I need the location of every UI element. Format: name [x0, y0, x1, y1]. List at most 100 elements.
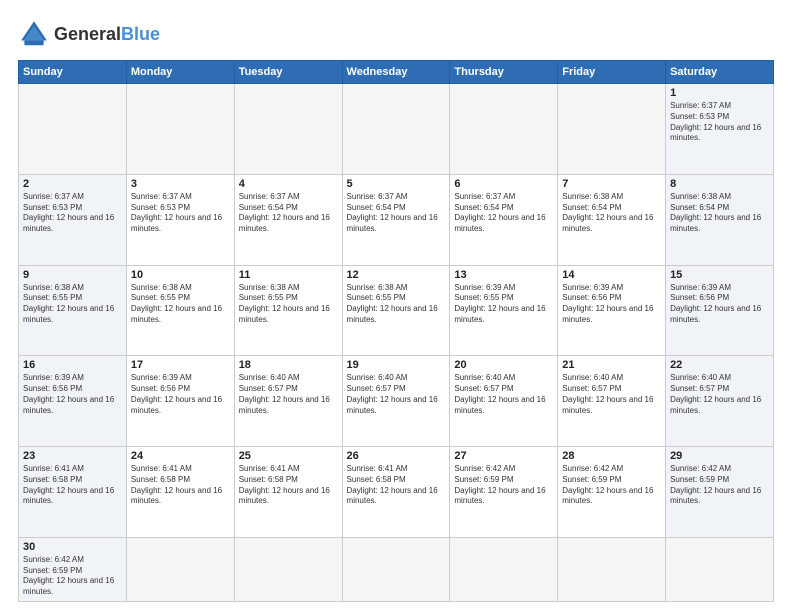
calendar-cell: [126, 84, 234, 175]
day-number: 10: [131, 269, 230, 281]
page: GeneralBlue Sunday Monday Tuesday Wednes…: [0, 0, 792, 612]
calendar-cell: [558, 84, 666, 175]
day-info: Sunrise: 6:42 AM Sunset: 6:59 PM Dayligh…: [562, 464, 661, 507]
day-info: Sunrise: 6:41 AM Sunset: 6:58 PM Dayligh…: [239, 464, 338, 507]
calendar-cell: 21Sunrise: 6:40 AM Sunset: 6:57 PM Dayli…: [558, 356, 666, 447]
logo-icon: [18, 18, 50, 50]
calendar-week-row: 30Sunrise: 6:42 AM Sunset: 6:59 PM Dayli…: [19, 537, 774, 601]
day-number: 23: [23, 450, 122, 462]
calendar-cell: [558, 537, 666, 601]
day-number: 19: [347, 359, 446, 371]
day-number: 9: [23, 269, 122, 281]
calendar-cell: 13 Sunrise: 6:39 AM Sunset: 6:55 PM Dayli…: [450, 265, 558, 356]
calendar-cell: 1Sunrise: 6:37 AM Sunset: 6:53 PM Daylig…: [666, 84, 774, 175]
day-info: Sunrise: 6:37 AM Sunset: 6:53 PM Dayligh…: [23, 192, 122, 235]
calendar-cell: 7Sunrise: 6:38 AM Sunset: 6:54 PM Daylig…: [558, 174, 666, 265]
calendar-cell: 8 Sunrise: 6:38 AM Sunset: 6:54 PM Daylig…: [666, 174, 774, 265]
day-info: Sunrise: 6:39 AM Sunset: 6:56 PM Dayligh…: [670, 283, 769, 326]
logo: GeneralBlue: [18, 18, 160, 50]
day-info: Sunrise: 6:39 AM Sunset: 6:55 PM Dayligh…: [454, 283, 553, 326]
day-info: Sunrise: 6:38 AM Sunset: 6:55 PM Dayligh…: [239, 283, 338, 326]
day-info: Sunrise: 6:40 AM Sunset: 6:57 PM Dayligh…: [670, 373, 769, 416]
day-number: 24: [131, 450, 230, 462]
day-info: Sunrise: 6:37 AM Sunset: 6:53 PM Dayligh…: [131, 192, 230, 235]
day-info: Sunrise: 6:37 AM Sunset: 6:54 PM Dayligh…: [239, 192, 338, 235]
day-number: 5: [347, 178, 446, 190]
calendar-cell: [666, 537, 774, 601]
day-info: Sunrise: 6:41 AM Sunset: 6:58 PM Dayligh…: [23, 464, 122, 507]
day-number: 17: [131, 359, 230, 371]
logo-text: GeneralBlue: [54, 24, 160, 45]
calendar-cell: 9 Sunrise: 6:38 AM Sunset: 6:55 PM Daylig…: [19, 265, 127, 356]
calendar-week-row: 1Sunrise: 6:37 AM Sunset: 6:53 PM Daylig…: [19, 84, 774, 175]
col-sunday: Sunday: [19, 61, 127, 84]
calendar-table: Sunday Monday Tuesday Wednesday Thursday…: [18, 60, 774, 602]
calendar-cell: 12 Sunrise: 6:38 AM Sunset: 6:55 PM Dayli…: [342, 265, 450, 356]
day-number: 12: [347, 269, 446, 281]
calendar-cell: 23 Sunrise: 6:41 AM Sunset: 6:58 PM Dayli…: [19, 447, 127, 538]
calendar-cell: 19Sunrise: 6:40 AM Sunset: 6:57 PM Dayli…: [342, 356, 450, 447]
day-number: 13: [454, 269, 553, 281]
day-info: Sunrise: 6:42 AM Sunset: 6:59 PM Dayligh…: [454, 464, 553, 507]
calendar-cell: 14 Sunrise: 6:39 AM Sunset: 6:56 PM Dayli…: [558, 265, 666, 356]
day-number: 20: [454, 359, 553, 371]
calendar-cell: [234, 537, 342, 601]
day-number: 4: [239, 178, 338, 190]
day-info: Sunrise: 6:40 AM Sunset: 6:57 PM Dayligh…: [239, 373, 338, 416]
calendar-cell: 15 Sunrise: 6:39 AM Sunset: 6:56 PM Dayli…: [666, 265, 774, 356]
calendar-cell: [450, 537, 558, 601]
calendar-cell: 24 Sunrise: 6:41 AM Sunset: 6:58 PM Dayli…: [126, 447, 234, 538]
calendar-cell: 28Sunrise: 6:42 AM Sunset: 6:59 PM Dayli…: [558, 447, 666, 538]
day-number: 26: [347, 450, 446, 462]
day-info: Sunrise: 6:38 AM Sunset: 6:55 PM Dayligh…: [23, 283, 122, 326]
day-info: Sunrise: 6:39 AM Sunset: 6:56 PM Dayligh…: [23, 373, 122, 416]
day-number: 6: [454, 178, 553, 190]
calendar-cell: 11Sunrise: 6:38 AM Sunset: 6:55 PM Dayli…: [234, 265, 342, 356]
day-info: Sunrise: 6:40 AM Sunset: 6:57 PM Dayligh…: [454, 373, 553, 416]
day-number: 8: [670, 178, 769, 190]
calendar-cell: 29 Sunrise: 6:42 AM Sunset: 6:59 PM Dayli…: [666, 447, 774, 538]
calendar-cell: 27Sunrise: 6:42 AM Sunset: 6:59 PM Dayli…: [450, 447, 558, 538]
calendar-cell: [126, 537, 234, 601]
day-number: 30: [23, 541, 122, 553]
calendar-week-row: 23 Sunrise: 6:41 AM Sunset: 6:58 PM Dayli…: [19, 447, 774, 538]
calendar-cell: 25Sunrise: 6:41 AM Sunset: 6:58 PM Dayli…: [234, 447, 342, 538]
day-number: 15: [670, 269, 769, 281]
calendar-cell: 10 Sunrise: 6:38 AM Sunset: 6:55 PM Dayli…: [126, 265, 234, 356]
day-info: Sunrise: 6:39 AM Sunset: 6:56 PM Dayligh…: [562, 283, 661, 326]
day-number: 16: [23, 359, 122, 371]
day-number: 14: [562, 269, 661, 281]
day-info: Sunrise: 6:38 AM Sunset: 6:54 PM Dayligh…: [670, 192, 769, 235]
day-info: Sunrise: 6:37 AM Sunset: 6:53 PM Dayligh…: [670, 101, 769, 144]
day-info: Sunrise: 6:38 AM Sunset: 6:55 PM Dayligh…: [347, 283, 446, 326]
calendar-cell: 4 Sunrise: 6:37 AM Sunset: 6:54 PM Daylig…: [234, 174, 342, 265]
calendar-cell: [234, 84, 342, 175]
day-info: Sunrise: 6:37 AM Sunset: 6:54 PM Dayligh…: [347, 192, 446, 235]
day-number: 18: [239, 359, 338, 371]
calendar-cell: 2 Sunrise: 6:37 AM Sunset: 6:53 PM Daylig…: [19, 174, 127, 265]
header: GeneralBlue: [18, 18, 774, 50]
day-info: Sunrise: 6:38 AM Sunset: 6:55 PM Dayligh…: [131, 283, 230, 326]
col-friday: Friday: [558, 61, 666, 84]
day-number: 22: [670, 359, 769, 371]
day-info: Sunrise: 6:42 AM Sunset: 6:59 PM Dayligh…: [670, 464, 769, 507]
day-info: Sunrise: 6:38 AM Sunset: 6:54 PM Dayligh…: [562, 192, 661, 235]
calendar-cell: [19, 84, 127, 175]
calendar-cell: 18 Sunrise: 6:40 AM Sunset: 6:57 PM Dayli…: [234, 356, 342, 447]
day-info: Sunrise: 6:40 AM Sunset: 6:57 PM Dayligh…: [562, 373, 661, 416]
day-info: Sunrise: 6:39 AM Sunset: 6:56 PM Dayligh…: [131, 373, 230, 416]
day-info: Sunrise: 6:41 AM Sunset: 6:58 PM Dayligh…: [131, 464, 230, 507]
day-info: Sunrise: 6:41 AM Sunset: 6:58 PM Dayligh…: [347, 464, 446, 507]
calendar-cell: 5 Sunrise: 6:37 AM Sunset: 6:54 PM Daylig…: [342, 174, 450, 265]
col-wednesday: Wednesday: [342, 61, 450, 84]
col-tuesday: Tuesday: [234, 61, 342, 84]
calendar-cell: 17 Sunrise: 6:39 AM Sunset: 6:56 PM Dayli…: [126, 356, 234, 447]
day-number: 29: [670, 450, 769, 462]
calendar-week-row: 2 Sunrise: 6:37 AM Sunset: 6:53 PM Daylig…: [19, 174, 774, 265]
col-thursday: Thursday: [450, 61, 558, 84]
calendar-cell: [450, 84, 558, 175]
calendar-week-row: 16 Sunrise: 6:39 AM Sunset: 6:56 PM Dayli…: [19, 356, 774, 447]
calendar-week-row: 9 Sunrise: 6:38 AM Sunset: 6:55 PM Daylig…: [19, 265, 774, 356]
day-number: 2: [23, 178, 122, 190]
calendar-cell: 22 Sunrise: 6:40 AM Sunset: 6:57 PM Dayli…: [666, 356, 774, 447]
